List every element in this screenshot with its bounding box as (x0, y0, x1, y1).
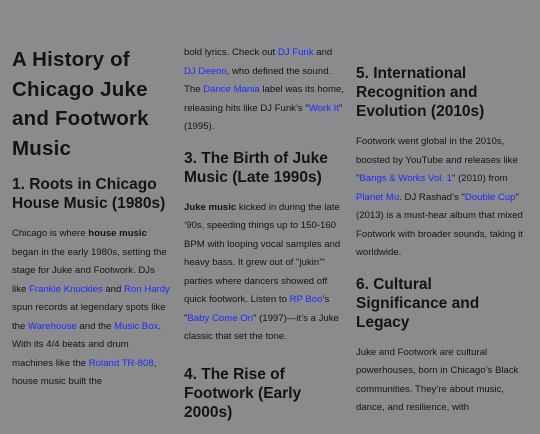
bold-term-juke-music: Juke music (184, 201, 237, 213)
bold-term-house-music: house music (88, 228, 147, 239)
page-title: A History of Chicago Juke and Footwork M… (12, 48, 149, 160)
link-warehouse[interactable]: Warehouse (28, 321, 77, 332)
link-baby-come-on[interactable]: Baby Come On (187, 313, 253, 324)
link-planet-mu[interactable]: Planet Mu (356, 192, 399, 203)
section-paragraph-international: Footwork went global in the 2010s, boost… (356, 136, 523, 258)
link-work-it[interactable]: Work It (309, 103, 339, 114)
column-2: bold lyrics. Check out DJ Funk and DJ De… (184, 0, 344, 434)
section-paragraph-continued: bold lyrics. Check out DJ Funk and DJ De… (184, 47, 344, 132)
section-heading-international: 5. International Recognition and Evoluti… (356, 65, 485, 120)
section-paragraph-birth-of-juke: Juke music kicked in during the late ’90… (184, 201, 341, 343)
section-heading-roots: 1. Roots in Chicago House Music (1980s) (12, 176, 166, 212)
link-double-cup[interactable]: Double Cup (465, 192, 516, 203)
section-heading-birth-of-juke: 3. The Birth of Juke Music (Late 1990s) (184, 149, 328, 186)
column-3: 5. International Recognition and Evoluti… (356, 0, 526, 430)
link-rp-boo[interactable]: RP Boo (290, 294, 323, 305)
section-heading-cultural-significance: 6. Cultural Significance and Legacy (356, 275, 480, 331)
link-ron-hardy[interactable]: Ron Hardy (124, 284, 170, 295)
link-dj-funk[interactable]: DJ Funk (278, 47, 314, 58)
link-frankie-knuckles[interactable]: Frankie Knuckles (29, 284, 103, 295)
link-bangs-works[interactable]: Bangs & Works Vol. 1 (359, 173, 452, 184)
link-dance-mania[interactable]: Dance Mania (203, 84, 260, 95)
link-roland-tr-808[interactable]: Roland TR-808 (89, 358, 154, 369)
section-heading-rise-of-footwork: 4. The Rise of Footwork (Early 2000s) (184, 365, 302, 421)
column-1: A History of Chicago Juke and Footwork M… (12, 0, 170, 404)
section-paragraph-roots: Chicago is where house music began in th… (12, 228, 170, 387)
link-music-box[interactable]: Music Box (114, 321, 158, 332)
section-paragraph-cultural-significance: Juke and Footwork are cultural powerhous… (356, 346, 519, 414)
link-dj-deeon[interactable]: DJ Deeon (184, 66, 227, 77)
